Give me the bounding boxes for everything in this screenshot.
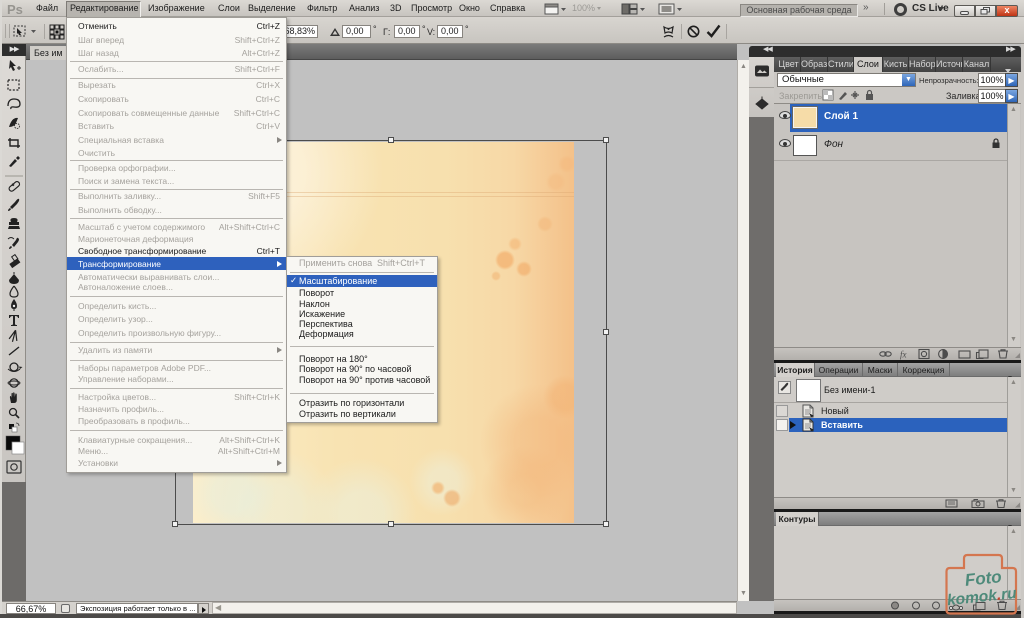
svg-text:komok.ru: komok.ru [946,585,1018,609]
svg-text:fx: fx [900,350,907,360]
